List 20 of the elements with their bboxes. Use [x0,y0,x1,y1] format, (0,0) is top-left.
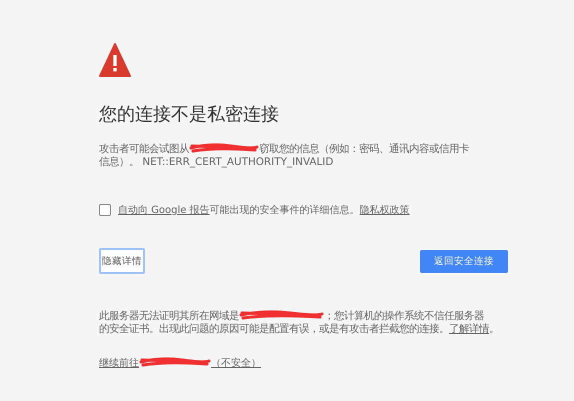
description-text: 窃取您的信息（例如：密码、通讯内容或信用卡 [259,143,469,155]
learn-more-link[interactable]: 了解详情 [449,323,489,335]
details-text: 。 [489,323,499,335]
hide-details-button[interactable]: 隐藏详情 [99,248,145,274]
redaction-mark [189,142,259,154]
privacy-policy-link[interactable]: 隐私权政策 [360,205,410,216]
page-title: 您的连接不是私密连接 [99,104,280,126]
details-text: ；您计算机的操作系统不信任服务器 [324,310,484,322]
report-text: 可能出现的安全事件的详细信息。 [210,205,360,216]
report-checkbox[interactable] [99,204,111,216]
details-text: 此服务器无法证明其所在网域是 [99,310,239,322]
report-link[interactable]: 自动向 Google 报告 [118,205,210,216]
description-text: 信息）。 [99,156,139,168]
details-text: 的安全证书。出现此问题的原因可能是配置有误，或是有攻击者拦截您的连接。 [99,323,449,335]
description-text: 攻击者可能会试图从 [99,143,189,155]
back-to-safety-button[interactable]: 返回安全连接 [420,250,508,272]
error-code: NET::ERR_CERT_AUTHORITY_INVALID [142,156,334,168]
proceed-link[interactable]: 继续前往 （不安全） [99,356,261,370]
warning-icon [99,42,131,78]
redaction-mark [139,356,211,368]
